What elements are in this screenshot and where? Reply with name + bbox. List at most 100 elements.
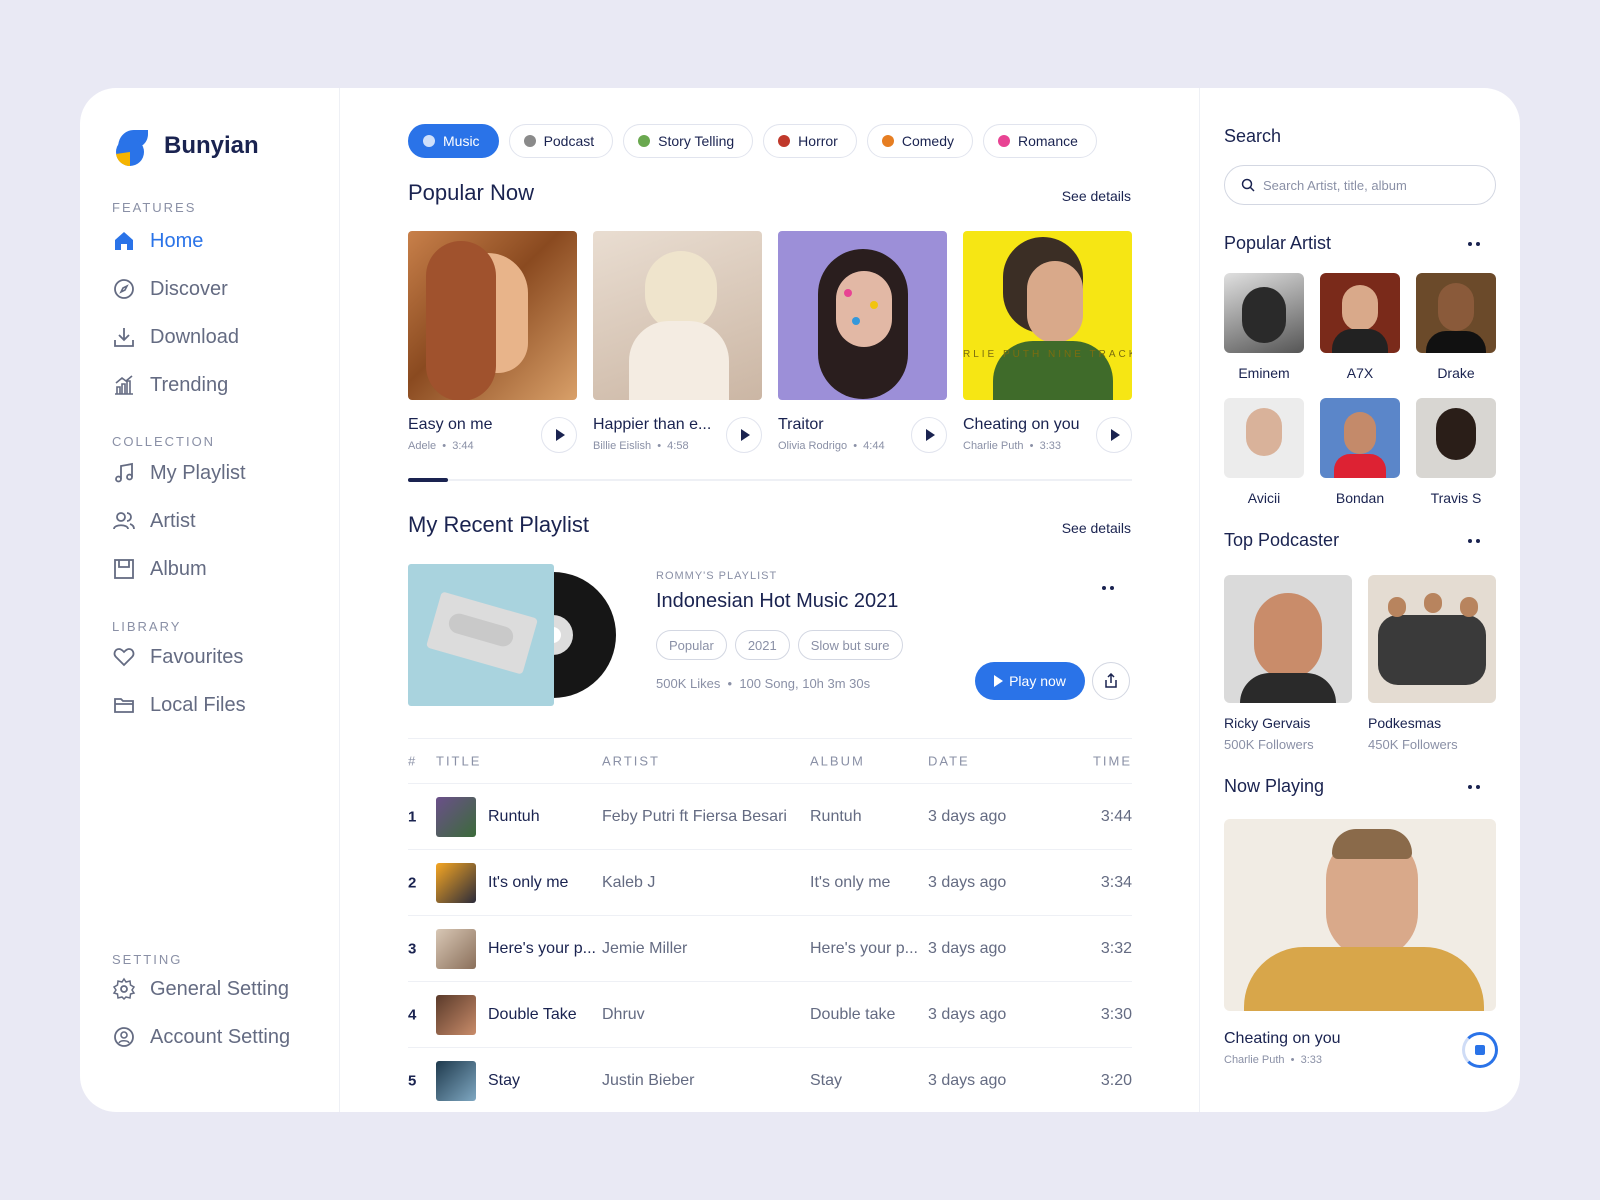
tag[interactable]: Slow but sure	[797, 630, 903, 660]
table-row[interactable]: 3 Here's your p... Jemie Miller Here's y…	[408, 916, 1132, 982]
stop-button[interactable]	[1462, 1032, 1498, 1068]
nav-download[interactable]: Download	[112, 325, 239, 349]
now-playing-cover	[1224, 819, 1496, 1011]
table-row[interactable]: 5 Stay Justin Bieber Stay 3 days ago 3:2…	[408, 1048, 1132, 1112]
nav-trending[interactable]: Trending	[112, 373, 228, 397]
popular-title: Happier than e...	[593, 416, 712, 433]
nav-artist[interactable]: Artist	[112, 509, 196, 533]
chip-romance[interactable]: Romance	[982, 124, 1097, 158]
artist-card[interactable]: Bondan	[1320, 398, 1400, 506]
tag[interactable]: 2021	[734, 630, 790, 660]
play-button[interactable]	[541, 417, 577, 453]
more-options-icon[interactable]	[1468, 242, 1480, 246]
nav-album[interactable]: Album	[112, 557, 207, 581]
popular-card[interactable]: RLIE PUTH NINE TRACK Cheating on you Cha…	[963, 231, 1132, 453]
cover-image	[593, 231, 762, 400]
nav-general-setting[interactable]: General Setting	[112, 977, 289, 1001]
nav-album-label: Album	[150, 557, 207, 580]
playlist-cover[interactable]	[408, 564, 554, 706]
chip-horror[interactable]: Horror	[763, 124, 857, 158]
now-playing-title: Now Playing	[1224, 776, 1325, 796]
artist-card[interactable]: Drake	[1416, 273, 1496, 381]
podcaster-card[interactable]: Ricky Gervais 500K Followers	[1224, 575, 1352, 752]
artist-card[interactable]: Eminem	[1224, 273, 1304, 381]
more-options-icon[interactable]	[1468, 539, 1480, 543]
hearts-icon	[997, 135, 1010, 147]
top-podcaster-title: Top Podcaster	[1224, 530, 1340, 550]
brand-name: Bunyian	[164, 132, 259, 159]
nav-my-playlist-label: My Playlist	[150, 461, 246, 484]
nav-artist-label: Artist	[150, 509, 196, 532]
search-input[interactable]	[1263, 177, 1483, 193]
chip-story-telling-label: Story Telling	[658, 133, 735, 149]
chip-music[interactable]: Music	[408, 124, 499, 158]
col-album[interactable]: ALBUM	[810, 754, 865, 769]
play-icon	[1111, 429, 1120, 441]
more-options-icon[interactable]	[1102, 586, 1114, 590]
app-window: Bunyian FEATURES Home Discover Download …	[80, 88, 1520, 1112]
play-button[interactable]	[726, 417, 762, 453]
play-button[interactable]	[1096, 417, 1132, 453]
track-title: Double Take	[488, 1005, 577, 1023]
popular-title: Cheating on you	[963, 416, 1080, 433]
tag[interactable]: Popular	[656, 630, 727, 660]
podcaster-followers: 450K Followers	[1368, 737, 1458, 752]
chip-comedy[interactable]: Comedy	[866, 124, 973, 158]
artist-card[interactable]: Avicii	[1224, 398, 1304, 506]
playlist-name: Indonesian Hot Music 2021	[656, 590, 899, 612]
nav-discover[interactable]: Discover	[112, 277, 228, 301]
more-options-icon[interactable]	[1468, 785, 1480, 789]
recent-playlist-title: My Recent Playlist	[408, 512, 589, 537]
recent-see-details-link[interactable]: See details	[1062, 520, 1131, 536]
play-icon	[741, 429, 750, 441]
collection-title: COLLECTION	[112, 434, 216, 449]
nav-favourites[interactable]: Favourites	[112, 645, 243, 669]
nav-local-files[interactable]: Local Files	[112, 693, 246, 717]
track-thumbnail	[436, 797, 476, 837]
brand[interactable]: Bunyian	[112, 126, 259, 167]
table-row[interactable]: 2 It's only me Kaleb J It's only me 3 da…	[408, 850, 1132, 916]
search-box[interactable]	[1224, 165, 1496, 205]
row-number: 3	[408, 940, 417, 957]
col-date[interactable]: DATE	[928, 754, 970, 769]
table-row[interactable]: 4 Double Take Dhruv Double take 3 days a…	[408, 982, 1132, 1048]
nav-account-setting[interactable]: Account Setting	[112, 1025, 290, 1049]
row-number: 5	[408, 1072, 417, 1090]
clown-icon	[881, 135, 894, 147]
popular-card[interactable]: Happier than e... Billie Eislish • 4:58	[593, 231, 762, 453]
track-artist: Dhruv	[602, 1005, 645, 1023]
track-time: 3:32	[1100, 939, 1132, 957]
folder-icon	[114, 698, 134, 713]
nav-my-playlist[interactable]: My Playlist	[112, 461, 246, 485]
track-album: Here's your p...	[810, 939, 918, 957]
share-button[interactable]	[1092, 662, 1130, 700]
chip-story-telling[interactable]: Story Telling	[623, 124, 754, 158]
search-icon	[1241, 178, 1255, 192]
col-artist[interactable]: ARTIST	[602, 754, 660, 769]
carousel-scroll-thumb[interactable]	[408, 478, 448, 482]
cover-text: RLIE PUTH NINE TRACK	[963, 349, 1132, 360]
share-icon	[1105, 673, 1117, 688]
artist-card[interactable]: A7X	[1320, 273, 1400, 381]
track-thumbnail	[436, 929, 476, 969]
popular-card[interactable]: Traitor Olivia Rodrigo • 4:44	[778, 231, 947, 453]
play-now-button[interactable]: Play now	[975, 662, 1085, 700]
col-title[interactable]: TITLE	[436, 754, 481, 769]
track-title: Runtuh	[488, 807, 540, 825]
row-number: 1	[408, 808, 417, 825]
nav-home[interactable]: Home	[112, 229, 203, 253]
popular-see-details-link[interactable]: See details	[1062, 188, 1131, 204]
chip-podcast[interactable]: Podcast	[508, 124, 614, 158]
podcaster-card[interactable]: Podkesmas 450K Followers	[1368, 575, 1496, 752]
play-button[interactable]	[911, 417, 947, 453]
col-time[interactable]: TIME	[1093, 754, 1132, 769]
carousel-scrollbar[interactable]	[408, 478, 1132, 482]
nav-account-setting-label: Account Setting	[150, 1025, 291, 1048]
artist-image	[1416, 398, 1496, 478]
track-artist: Feby Putri ft Fiersa Besari	[602, 807, 787, 825]
popular-card[interactable]: Easy on me Adele • 3:44	[408, 231, 577, 453]
disc-icon	[423, 135, 435, 147]
artist-card[interactable]: Travis S	[1416, 398, 1496, 506]
compass-icon	[114, 279, 134, 299]
table-row[interactable]: 1 Runtuh Feby Putri ft Fiersa Besari Run…	[408, 784, 1132, 850]
